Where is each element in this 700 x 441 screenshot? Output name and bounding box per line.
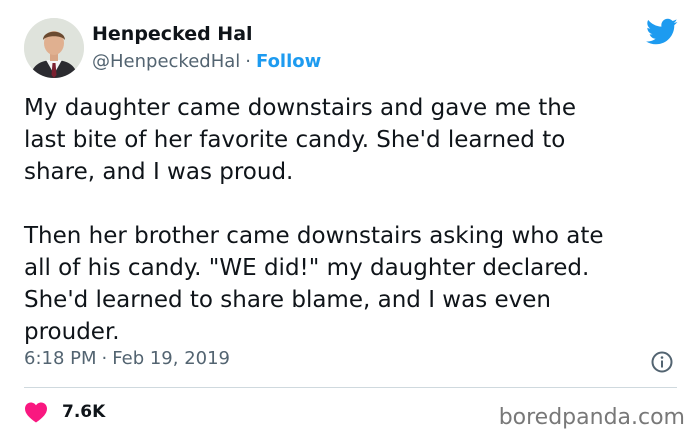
meta-separator: ·: [101, 348, 108, 369]
tweet-timestamp[interactable]: 6:18 PM · Feb 19, 2019: [24, 348, 230, 369]
author-handle[interactable]: @HenpeckedHal: [92, 51, 240, 72]
divider: [24, 387, 677, 388]
tweet-time: 6:18 PM: [24, 348, 97, 369]
tweet-date: Feb 19, 2019: [112, 348, 231, 369]
follow-button[interactable]: Follow: [256, 51, 321, 72]
separator-dot: ·: [245, 51, 251, 72]
author-name[interactable]: Henpecked Hal: [92, 23, 253, 45]
handle-row: @HenpeckedHal · Follow: [92, 51, 321, 72]
like-button[interactable]: 7.6K: [24, 401, 105, 423]
heart-icon: [25, 402, 47, 423]
tweet-text: My daughter came downstairs and gave me …: [24, 95, 604, 345]
twitter-bird-icon[interactable]: [646, 18, 678, 46]
person-portrait-icon: [24, 18, 84, 78]
avatar[interactable]: [24, 18, 84, 78]
watermark: boredpanda.com: [498, 405, 685, 430]
info-icon[interactable]: [650, 350, 674, 374]
likes-count: 7.6K: [62, 402, 106, 422]
